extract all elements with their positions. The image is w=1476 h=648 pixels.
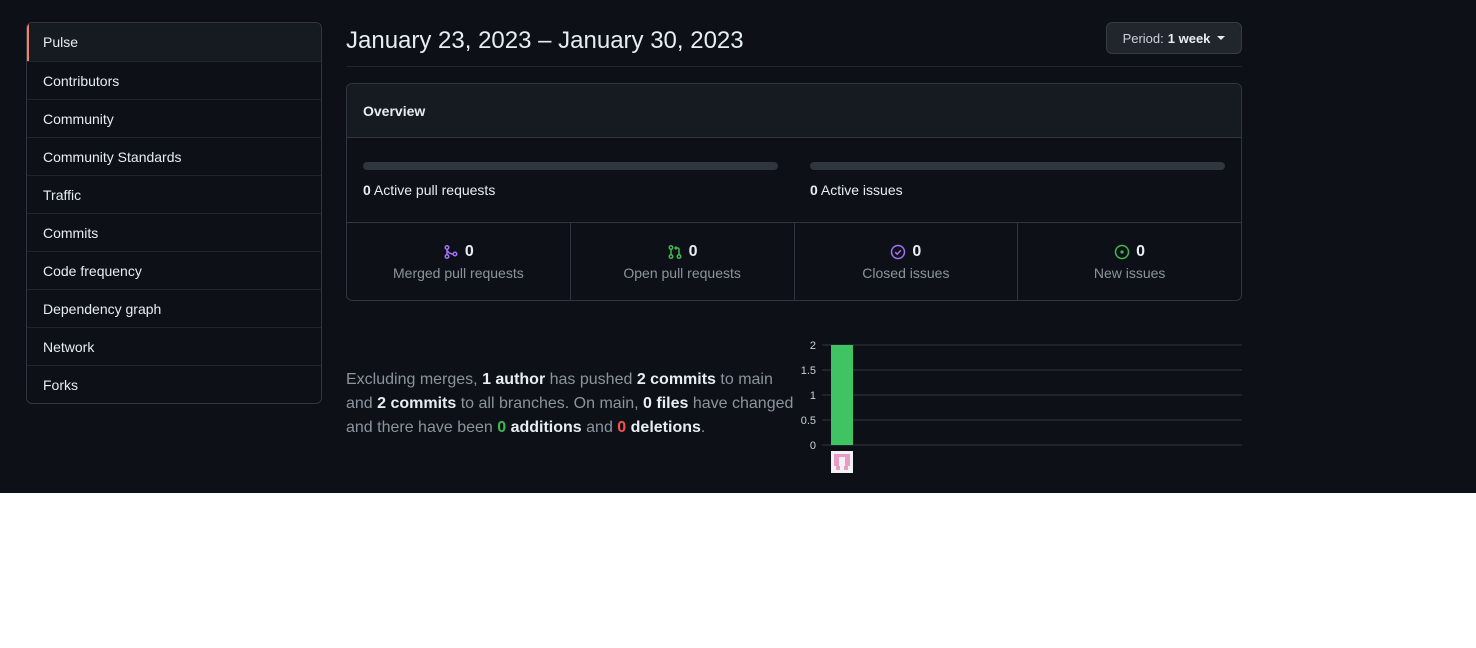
overview-stats: 0 Merged pull requests 0 Open pull reque… <box>347 223 1241 300</box>
active-prs-text[interactable]: 0 Active pull requests <box>363 182 778 198</box>
active-issues-bar <box>810 162 1225 170</box>
stat-closed-issues[interactable]: 0 Closed issues <box>793 223 1018 300</box>
summary-files[interactable]: 0 files <box>643 395 688 412</box>
issue-opened-icon <box>1114 244 1130 260</box>
sidebar-item-traffic[interactable]: Traffic <box>27 175 321 213</box>
y-tick-label: 2 <box>810 340 816 352</box>
title-divider <box>346 66 1242 67</box>
merged-prs-count: 0 <box>464 243 474 260</box>
y-tick-label: 0 <box>810 440 816 452</box>
sidebar-item-community[interactable]: Community <box>27 99 321 137</box>
commit-summary: Excluding merges, 1 author has pushed 2 … <box>346 368 798 440</box>
sidebar-item-pulse[interactable]: Pulse <box>27 23 321 61</box>
summary-additions-word: additions <box>506 419 582 436</box>
active-issues-block: 0 Active issues <box>810 162 1225 198</box>
y-tick-label: 0.5 <box>801 415 816 427</box>
active-issues-count: 0 <box>810 182 818 198</box>
caret-down-icon <box>1217 36 1226 40</box>
y-tick-label: 1 <box>810 390 816 402</box>
commit-bar[interactable] <box>831 345 853 445</box>
active-prs-count: 0 <box>363 182 371 198</box>
sidebar-item-commits[interactable]: Commits <box>27 213 321 251</box>
open-prs-label: Open pull requests <box>623 265 741 281</box>
summary-commits-all[interactable]: 2 commits <box>377 395 456 412</box>
overview-activity-bars: 0 Active pull requests 0 Active issues <box>347 138 1241 223</box>
active-issues-text[interactable]: 0 Active issues <box>810 182 1225 198</box>
period-label: Period: <box>1122 30 1164 46</box>
sidebar-item-community-standards[interactable]: Community Standards <box>27 137 321 175</box>
closed-issues-count: 0 <box>912 243 922 260</box>
summary-authors[interactable]: 1 author <box>482 371 545 388</box>
y-tick-label: 1.5 <box>801 365 816 377</box>
sidebar-item-network[interactable]: Network <box>27 327 321 365</box>
summary-text-2: has pushed <box>545 371 637 388</box>
author-avatar[interactable] <box>831 451 853 473</box>
sidebar-item-contributors[interactable]: Contributors <box>27 61 321 99</box>
new-issues-count: 0 <box>1136 243 1146 260</box>
summary-additions-count: 0 <box>497 419 507 436</box>
git-merge-icon <box>444 244 458 260</box>
new-issues-label: New issues <box>1093 265 1166 281</box>
active-prs-block: 0 Active pull requests <box>363 162 778 198</box>
stat-open-prs[interactable]: 0 Open pull requests <box>569 223 794 300</box>
closed-issues-label: Closed issues <box>862 265 950 281</box>
commit-bar-chart: 0 0.5 1 1.5 2 <box>801 340 1242 473</box>
summary-text-7: . <box>700 419 706 436</box>
overview-header: Overview <box>347 84 1241 138</box>
summary-deletions-word: deletions <box>626 419 701 436</box>
summary-text-1: Excluding merges, <box>346 371 483 388</box>
issue-closed-icon <box>891 244 906 260</box>
period-select-button[interactable]: Period: 1 week <box>1106 22 1242 54</box>
sidebar-item-code-frequency[interactable]: Code frequency <box>27 251 321 289</box>
summary-deletions-count: 0 <box>617 419 627 436</box>
active-issues-label: Active issues <box>820 182 903 198</box>
active-prs-label: Active pull requests <box>373 182 496 198</box>
stat-new-issues[interactable]: 0 New issues <box>1017 223 1241 300</box>
insights-sidebar: Pulse Contributors Community Community S… <box>26 22 322 404</box>
date-range-title: January 23, 2023 – January 30, 2023 <box>346 27 744 54</box>
merged-prs-label: Merged pull requests <box>393 265 524 281</box>
period-value: 1 week <box>1167 30 1211 46</box>
sidebar-item-forks[interactable]: Forks <box>27 365 321 403</box>
overview-panel: Overview 0 Active pull requests 0 Active… <box>346 83 1242 301</box>
git-pull-request-icon <box>668 244 682 260</box>
stat-merged-prs[interactable]: 0 Merged pull requests <box>347 223 570 300</box>
active-prs-bar <box>363 162 778 170</box>
open-prs-count: 0 <box>688 243 698 260</box>
sidebar-item-dependency-graph[interactable]: Dependency graph <box>27 289 321 327</box>
summary-text-4: to all branches. On main, <box>456 395 644 412</box>
summary-commits-main[interactable]: 2 commits <box>637 371 716 388</box>
summary-text-6: and <box>581 419 618 436</box>
